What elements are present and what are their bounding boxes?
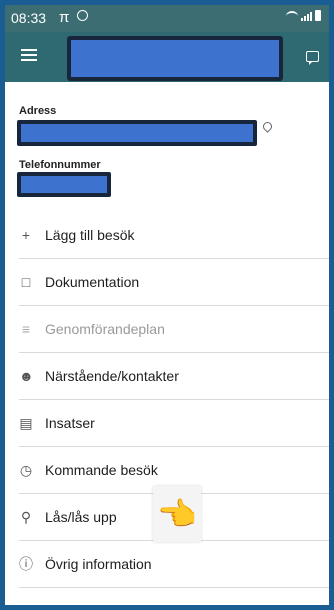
location-pin-icon[interactable]	[261, 120, 274, 133]
menu-item-label: Närstående/kontakter	[45, 368, 179, 384]
status-icons	[286, 10, 321, 21]
hamburger-icon[interactable]	[21, 49, 37, 61]
info-icon: ⓘ	[19, 556, 33, 572]
alarm-icon	[77, 10, 88, 21]
wifi-icon	[286, 11, 298, 21]
menu-item-label: Genomförandeplan	[45, 321, 165, 337]
menu-item-label: Insatser	[45, 415, 95, 431]
menu-item-efforts[interactable]: ▤ Insatser	[19, 400, 329, 447]
clock-icon: ◷	[19, 461, 33, 478]
phone-label: Telefonnummer	[19, 159, 101, 171]
redacted-address	[17, 120, 257, 146]
key-icon: ⚲	[20, 508, 32, 525]
redacted-title	[67, 36, 283, 81]
pointing-hand-icon: 👈	[153, 486, 201, 542]
pi-icon: π	[59, 9, 70, 26]
client-menu-list: + Lägg till besök □ Dokumentation ≡ Geno…	[19, 212, 329, 605]
plus-icon: +	[21, 227, 31, 243]
menu-item-documentation[interactable]: □ Dokumentation	[19, 259, 329, 306]
menu-item-implementation-plan: ≡ Genomförandeplan	[19, 306, 329, 353]
battery-icon	[315, 10, 321, 21]
menu-item-contacts[interactable]: ☻ Närstående/kontakter	[19, 353, 329, 400]
status-bar: 08:33 π	[5, 5, 329, 32]
status-time: 08:33	[11, 10, 47, 26]
document-icon: □	[21, 274, 31, 290]
signal-icon	[301, 12, 312, 21]
phone-frame: 08:33 π Adress Telefonnummer + Lägg till…	[0, 0, 334, 610]
menu-item-label: Övrig information	[45, 556, 152, 572]
menu-item-label: Dokumentation	[45, 274, 140, 290]
menu-item-other-info[interactable]: ⓘ Övrig information	[19, 541, 329, 588]
clipboard-icon: ▤	[19, 414, 33, 431]
chat-icon[interactable]	[306, 51, 319, 65]
app-bar	[5, 32, 329, 82]
list-icon: ≡	[21, 321, 31, 337]
menu-item-label: Kommande besök	[45, 462, 158, 478]
address-label: Adress	[19, 105, 57, 117]
menu-item-partial	[19, 588, 329, 605]
menu-item-label: Lägg till besök	[45, 227, 135, 243]
menu-item-add-visit[interactable]: + Lägg till besök	[19, 212, 329, 259]
redacted-phone	[17, 172, 111, 197]
contacts-icon: ☻	[19, 368, 34, 384]
